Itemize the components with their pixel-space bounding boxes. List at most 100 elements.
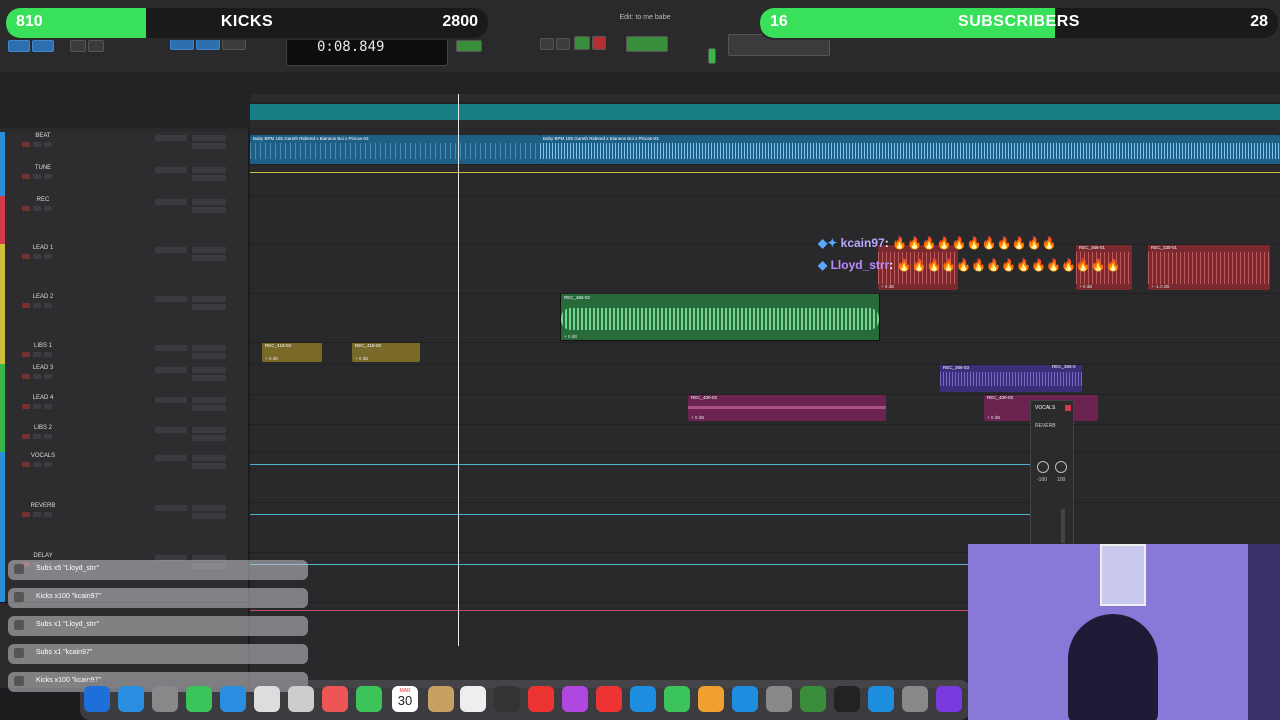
solo-button[interactable] — [33, 404, 41, 409]
grid-button[interactable] — [456, 40, 482, 52]
mute-button[interactable] — [44, 142, 52, 147]
record-arm-button[interactable] — [22, 352, 30, 357]
track-name[interactable]: LIBS 2 — [22, 425, 64, 431]
record-arm-button[interactable] — [22, 254, 30, 259]
track-header[interactable]: BEAT — [0, 132, 248, 165]
mute-button[interactable] — [44, 434, 52, 439]
vocals-mixer-window[interactable]: VOCALS REVERB -100 100 — [1030, 400, 1074, 547]
insert-slot[interactable] — [155, 455, 187, 461]
record-arm-button[interactable] — [22, 142, 30, 147]
dock-app-icon[interactable] — [288, 686, 314, 712]
track-name[interactable]: LEAD 2 — [22, 294, 64, 300]
output-selector[interactable] — [192, 143, 226, 149]
dock-app-icon[interactable] — [562, 686, 588, 712]
libs1-clip-a[interactable]: REC_418-03 + 0 dB — [262, 342, 322, 362]
output-selector[interactable] — [192, 207, 226, 213]
io-selector[interactable] — [192, 455, 226, 461]
notification-item[interactable]: Subs x5 "Lloyd_strr" — [8, 560, 308, 580]
insert-slot[interactable] — [155, 397, 187, 403]
track-name[interactable]: LEAD 4 — [22, 395, 64, 401]
solo-button[interactable] — [33, 142, 41, 147]
io-selector[interactable] — [192, 296, 226, 302]
record-arm-button[interactable] — [22, 512, 30, 517]
record-arm-button[interactable] — [22, 174, 30, 179]
insert-slot[interactable] — [155, 247, 187, 253]
zoom-out-button[interactable] — [88, 40, 104, 52]
insert-slot[interactable] — [155, 427, 187, 433]
dock-app-icon[interactable] — [460, 686, 486, 712]
insert-slot[interactable] — [155, 505, 187, 511]
output-selector[interactable] — [192, 463, 226, 469]
mute-button[interactable] — [44, 254, 52, 259]
track-header[interactable]: VOCALS — [0, 452, 248, 503]
track-name[interactable]: VOCALS — [22, 453, 64, 459]
dock-app-icon[interactable] — [732, 686, 758, 712]
dock-app-icon[interactable] — [664, 686, 690, 712]
track-name[interactable]: REC — [22, 197, 64, 203]
tempo-ruler[interactable] — [250, 104, 1280, 112]
slip-mode-button[interactable] — [32, 40, 54, 52]
record-arm-button[interactable] — [22, 303, 30, 308]
solo-button[interactable] — [33, 374, 41, 379]
io-selector[interactable] — [192, 247, 226, 253]
track-header[interactable]: LEAD 1 — [0, 244, 248, 294]
dock-app-icon[interactable] — [186, 686, 212, 712]
track-header[interactable]: TUNE — [0, 164, 248, 197]
play-button[interactable] — [574, 36, 590, 50]
mute-button[interactable] — [44, 404, 52, 409]
io-selector[interactable] — [192, 427, 226, 433]
min-secs-ruler[interactable] — [250, 94, 1280, 102]
lead1-clip-c[interactable]: REC_330-01 + -1.0 dB — [1148, 244, 1270, 290]
insert-slot[interactable] — [155, 199, 187, 205]
output-selector[interactable] — [192, 405, 226, 411]
dock-app-icon[interactable] — [698, 686, 724, 712]
solo-button[interactable] — [33, 512, 41, 517]
pan-left-knob-icon[interactable] — [1037, 461, 1049, 473]
io-selector[interactable] — [192, 135, 226, 141]
mute-button[interactable] — [44, 374, 52, 379]
record-button[interactable] — [592, 36, 606, 50]
notification-item[interactable]: Subs x1 "Lloyd_strr" — [8, 616, 308, 636]
track-name[interactable]: LEAD 1 — [22, 245, 64, 251]
track-header[interactable]: LIBS 2 — [0, 424, 248, 453]
record-arm-button[interactable] — [22, 434, 30, 439]
output-selector[interactable] — [192, 513, 226, 519]
pan-right-knob-icon[interactable] — [1055, 461, 1067, 473]
output-selector[interactable] — [192, 255, 226, 261]
mixer-close-icon[interactable] — [1065, 405, 1071, 411]
dock-app-icon[interactable] — [868, 686, 894, 712]
mute-button[interactable] — [44, 206, 52, 211]
stop-button[interactable] — [556, 38, 570, 50]
output-selector[interactable] — [192, 304, 226, 310]
meter-ruler[interactable] — [250, 112, 1280, 120]
io-selector[interactable] — [192, 505, 226, 511]
io-selector[interactable] — [192, 367, 226, 373]
dock-app-icon[interactable] — [766, 686, 792, 712]
mixer-insert[interactable]: REVERB — [1035, 423, 1056, 429]
insert-slot[interactable] — [155, 296, 187, 302]
track-name[interactable]: TUNE — [22, 165, 64, 171]
solo-button[interactable] — [33, 254, 41, 259]
beat-clip-2[interactable]: Baby BPM 155 Gareth Ridered x Bianeos Bo… — [540, 135, 1280, 165]
mute-button[interactable] — [44, 512, 52, 517]
dock-app-icon[interactable] — [152, 686, 178, 712]
dock-app-icon[interactable] — [428, 686, 454, 712]
dock-app-icon[interactable] — [834, 686, 860, 712]
output-selector[interactable] — [192, 353, 226, 359]
solo-button[interactable] — [33, 303, 41, 308]
track-name[interactable]: LIBS 1 — [22, 343, 64, 349]
markers-ruler[interactable] — [250, 120, 1280, 128]
track-header[interactable]: REC — [0, 196, 248, 245]
rewind-button[interactable] — [540, 38, 554, 50]
lead4-clip-a[interactable]: REC_400-02 + 0 dB — [688, 394, 886, 421]
libs1-clip-b[interactable]: REC_418-03 + 0 dB — [352, 342, 420, 362]
dock-app-icon[interactable] — [936, 686, 962, 712]
dock-app-icon[interactable] — [118, 686, 144, 712]
beat-clip-1[interactable]: Baby BPM 155 Gareth Ridered x Bianeos Bo… — [250, 135, 540, 165]
solo-button[interactable] — [33, 434, 41, 439]
output-selector[interactable] — [192, 175, 226, 181]
dock-app-icon[interactable] — [322, 686, 348, 712]
output-selector[interactable] — [192, 435, 226, 441]
mixer-fader[interactable] — [1061, 509, 1065, 543]
dock-app-icon[interactable] — [220, 686, 246, 712]
